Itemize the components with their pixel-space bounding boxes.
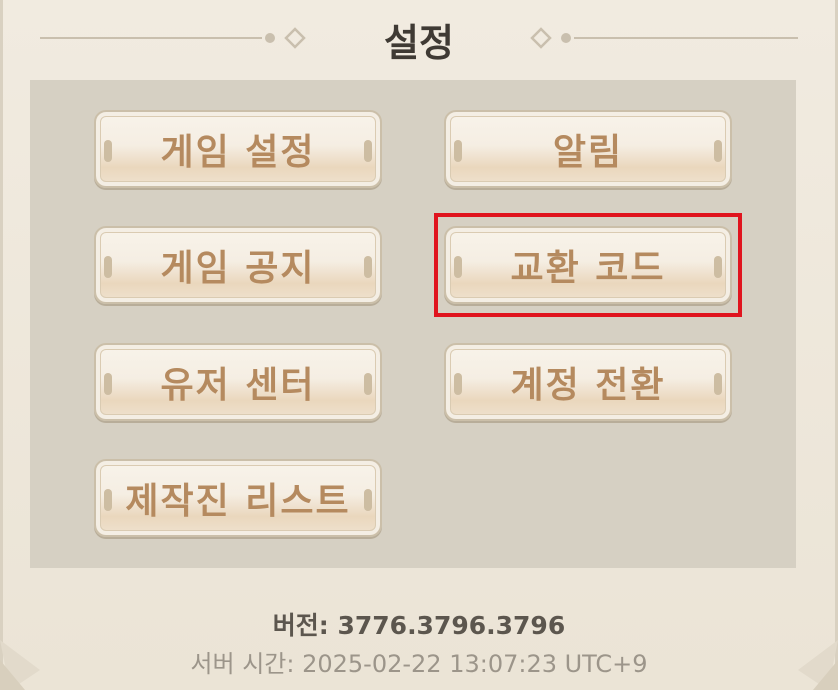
server-time-text: 서버 시간: 2025-02-22 13:07:23 UTC+9 xyxy=(190,650,648,678)
corner-ornament-left-icon xyxy=(0,640,40,690)
button-pin-decoration xyxy=(454,140,462,162)
button-label: 계정 전환 xyxy=(510,365,666,406)
button-pin-decoration xyxy=(364,140,372,162)
button-pin-decoration xyxy=(714,140,722,162)
highlight-box xyxy=(434,213,742,317)
button-pin-decoration xyxy=(104,256,112,278)
button-pin-decoration xyxy=(364,373,372,395)
button-pin-decoration xyxy=(104,140,112,162)
button-label: 제작진 리스트 xyxy=(125,481,351,522)
button-label: 알림 xyxy=(552,132,624,173)
credits-button[interactable]: 제작진 리스트 xyxy=(94,459,382,537)
button-pin-decoration xyxy=(364,489,372,511)
button-pin-decoration xyxy=(714,373,722,395)
button-label: 게임 설정 xyxy=(160,132,316,173)
game-notice-button[interactable]: 게임 공지 xyxy=(94,226,382,304)
button-label: 유저 센터 xyxy=(160,365,316,406)
switch-account-button[interactable]: 계정 전환 xyxy=(444,343,732,421)
notifications-button[interactable]: 알림 xyxy=(444,110,732,188)
user-center-button[interactable]: 유저 센터 xyxy=(94,343,382,421)
button-pin-decoration xyxy=(364,256,372,278)
button-pin-decoration xyxy=(104,373,112,395)
settings-window: 설정 게임 설정 알림 게임 공지 교환 코드 유저 센터 계정 전환 제작진 … xyxy=(0,0,838,690)
title-ornament-right-icon xyxy=(530,27,798,49)
version-text: 버전: 3776.3796.3796 xyxy=(272,611,566,640)
button-pin-decoration xyxy=(454,373,462,395)
button-label: 게임 공지 xyxy=(160,248,316,289)
corner-ornament-right-icon xyxy=(798,640,838,690)
game-settings-button[interactable]: 게임 설정 xyxy=(94,110,382,188)
header: 설정 xyxy=(0,0,838,78)
button-pin-decoration xyxy=(104,489,112,511)
